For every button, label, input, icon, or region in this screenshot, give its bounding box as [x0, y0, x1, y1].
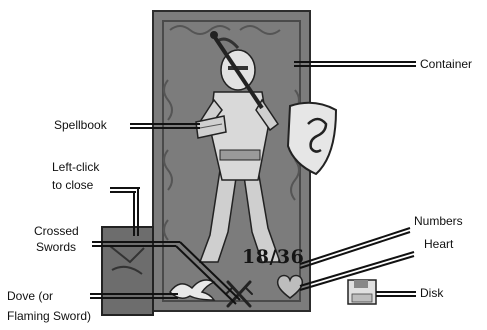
label-left-click-line1: Left-click: [52, 160, 100, 174]
label-dove-line2: Flaming Sword): [7, 309, 92, 323]
stats-numbers: 18/36: [242, 246, 305, 268]
knight-figure: [194, 31, 282, 263]
label-container: Container: [420, 57, 473, 71]
heart-icon[interactable]: [276, 274, 304, 299]
label-crossed-line1: Crossed: [34, 224, 79, 238]
paperdoll-figure: 18/36 Container Spellbook Left-click to …: [0, 0, 487, 330]
label-disk: Disk: [420, 286, 444, 300]
label-heart: Heart: [424, 237, 454, 251]
label-numbers: Numbers: [414, 214, 463, 228]
label-crossed-line2: Swords: [36, 240, 77, 254]
disk-icon[interactable]: [347, 279, 377, 305]
close-box-art: [109, 245, 145, 275]
crossed-swords-icon[interactable]: [225, 280, 253, 308]
label-left-click-line2: to close: [52, 178, 94, 192]
shield-container-icon[interactable]: [286, 101, 338, 176]
label-dove-line1: Dove (or: [7, 289, 54, 303]
label-spellbook: Spellbook: [54, 118, 107, 132]
